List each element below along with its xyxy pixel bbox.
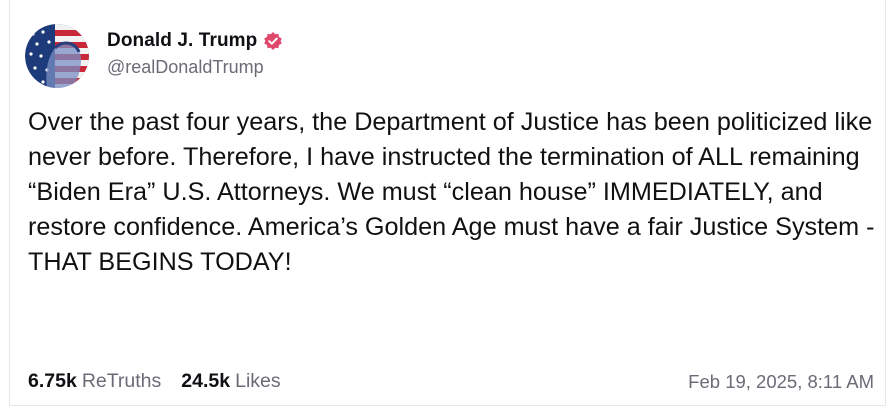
- verified-badge-icon: [263, 31, 283, 51]
- post-footer: 6.75k ReTruths 24.5k Likes Feb 19, 2025,…: [28, 370, 874, 393]
- name-row: Donald J. Trump: [107, 30, 283, 52]
- avatar-image: [25, 24, 89, 88]
- author-handle[interactable]: @realDonaldTrump: [107, 57, 283, 78]
- retruths-stat[interactable]: 6.75k ReTruths: [28, 370, 161, 393]
- post-header: Donald J. Trump @realDonaldTrump: [25, 24, 283, 88]
- post-card: Donald J. Trump @realDonaldTrump Over th…: [9, 0, 886, 406]
- likes-count: 24.5k: [181, 370, 231, 392]
- post-timestamp[interactable]: Feb 19, 2025, 8:11 AM: [688, 371, 874, 393]
- likes-label: Likes: [235, 370, 281, 392]
- post-text: Over the past four years, the Department…: [28, 108, 875, 276]
- author-display-name[interactable]: Donald J. Trump: [107, 30, 257, 52]
- author-avatar[interactable]: [25, 24, 89, 88]
- retruths-label: ReTruths: [81, 370, 162, 392]
- likes-stat[interactable]: 24.5k Likes: [181, 370, 280, 393]
- author-names: Donald J. Trump @realDonaldTrump: [107, 30, 283, 78]
- retruths-count: 6.75k: [28, 370, 77, 392]
